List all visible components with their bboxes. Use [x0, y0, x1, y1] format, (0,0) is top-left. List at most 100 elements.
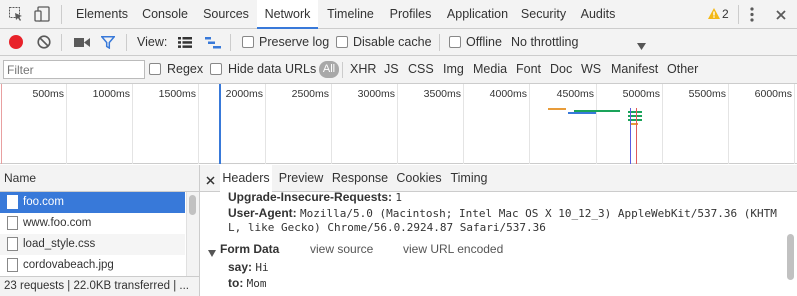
view-url-encoded-link[interactable]: view URL encoded [403, 242, 503, 256]
filter-bar: Regex Hide data URLs All XHR JS CSS Img … [0, 56, 797, 84]
tab-console[interactable]: Console [136, 0, 194, 28]
type-filter-doc[interactable]: Doc [550, 56, 572, 83]
type-filter-xhr[interactable]: XHR [350, 56, 376, 83]
header-value-continued: L, like Gecko) Chrome/56.0.2924.87 Safar… [228, 221, 546, 234]
regex-label[interactable]: Regex [167, 56, 203, 83]
type-filter-css[interactable]: CSS [408, 56, 434, 83]
request-list-scrollbar[interactable] [186, 192, 199, 276]
tab-headers[interactable]: Headers [220, 165, 272, 192]
tab-timing[interactable]: Timing [448, 165, 490, 191]
tab-elements[interactable]: Elements [70, 0, 134, 28]
request-name: load_style.css [23, 238, 96, 250]
tab-application[interactable]: Application [440, 0, 515, 28]
tab-profiles[interactable]: Profiles [383, 0, 438, 28]
type-filter-js[interactable]: JS [384, 56, 399, 83]
timeline-tick-label: 5500ms [688, 88, 726, 100]
waterfall-bar [548, 108, 566, 110]
request-name: cordovabeach.jpg [23, 259, 114, 271]
tab-cookies[interactable]: Cookies [394, 165, 444, 191]
request-list-header[interactable]: Name [0, 165, 199, 192]
document-icon [7, 216, 18, 230]
more-options-icon[interactable] [750, 7, 754, 22]
waterfall-bar [568, 112, 596, 114]
view-label: View: [137, 35, 168, 49]
selection-marker-line [219, 84, 221, 164]
image-icon [7, 258, 18, 272]
type-filter-img[interactable]: Img [443, 56, 464, 83]
large-rows-icon[interactable] [178, 37, 192, 48]
hide-data-urls-checkbox[interactable] [210, 63, 222, 75]
dom-content-loaded-line [1, 84, 2, 164]
close-icon[interactable] [776, 9, 786, 20]
warning-count[interactable]: 2 [722, 7, 729, 21]
form-data-section-title[interactable]: Form Data [220, 242, 279, 256]
tab-sources[interactable]: Sources [197, 0, 255, 28]
chevron-down-icon[interactable] [637, 39, 646, 50]
type-filter-manifest[interactable]: Manifest [611, 56, 658, 83]
type-filter-font[interactable]: Font [516, 56, 541, 83]
tab-response[interactable]: Response [330, 165, 390, 191]
waterfall-overview-icon[interactable] [205, 37, 221, 49]
header-name: Upgrade-Insecure-Requests: [228, 192, 393, 204]
form-field-value: Mom [246, 277, 267, 290]
detail-scrollbar[interactable] [784, 192, 797, 296]
disable-cache-label[interactable]: Disable cache [353, 29, 432, 55]
request-row[interactable]: cordovabeach.jpg [0, 255, 185, 276]
form-field-name: to: [228, 276, 244, 290]
timeline-tick-label: 3500ms [423, 88, 461, 100]
type-filter-ws[interactable]: WS [581, 56, 601, 83]
type-filter-all[interactable]: All [319, 61, 339, 78]
timeline-tick-label: 4500ms [556, 88, 594, 100]
request-row[interactable]: load_style.css [0, 234, 185, 255]
form-field-name: say: [228, 260, 253, 274]
tab-network[interactable]: Network [257, 0, 318, 29]
regex-checkbox[interactable] [149, 63, 161, 75]
hide-data-urls-label[interactable]: Hide data URLs [228, 56, 316, 83]
triangle-down-icon[interactable] [208, 246, 216, 257]
detail-tab-bar: Headers Preview Response Cookies Timing [200, 165, 797, 192]
inspect-element-icon[interactable] [9, 7, 23, 21]
record-icon[interactable] [9, 35, 23, 49]
name-column-header[interactable]: Name [4, 171, 36, 185]
devtools-tab-bar: Elements Console Sources Network Timelin… [0, 0, 797, 29]
request-name: foo.com [23, 196, 64, 208]
tab-preview[interactable]: Preview [276, 165, 326, 191]
network-toolbar: View: Preserve log Disable cache Offline… [0, 29, 797, 56]
preserve-log-checkbox[interactable] [242, 36, 254, 48]
header-value: 1 [395, 192, 403, 204]
type-filter-media[interactable]: Media [473, 56, 507, 83]
capture-screenshots-icon[interactable] [74, 37, 90, 48]
headers-content: Upgrade-Insecure-Requests: 1 User-Agent:… [200, 192, 797, 296]
disable-cache-checkbox[interactable] [336, 36, 348, 48]
warning-icon[interactable] [708, 8, 720, 19]
stylesheet-icon [7, 237, 18, 251]
scrollbar-thumb[interactable] [787, 234, 794, 280]
tab-security[interactable]: Security [517, 0, 570, 28]
close-detail-icon[interactable] [206, 174, 215, 185]
header-row: User-Agent: Mozilla/5.0 (Macintosh; Inte… [228, 206, 777, 220]
request-row-selected[interactable]: foo.com [0, 192, 185, 213]
throttling-select[interactable]: No throttling [511, 29, 578, 55]
filter-input[interactable] [3, 60, 145, 79]
form-field-row: say: Hi [228, 260, 269, 274]
tab-timeline[interactable]: Timeline [321, 0, 380, 28]
device-toolbar-icon[interactable] [34, 6, 50, 22]
timeline-overview[interactable]: 500ms 1000ms 1500ms 2000ms 2500ms 3000ms… [0, 84, 797, 164]
clear-icon[interactable] [37, 35, 51, 49]
filter-icon[interactable] [100, 36, 116, 50]
form-field-row: to: Mom [228, 276, 267, 290]
scrollbar-thumb[interactable] [189, 195, 196, 215]
offline-checkbox[interactable] [449, 36, 461, 48]
timeline-tick-label: 4000ms [489, 88, 527, 100]
form-field-value: Hi [255, 261, 269, 274]
request-row[interactable]: www.foo.com [0, 213, 185, 234]
view-source-link[interactable]: view source [310, 242, 373, 256]
type-filter-other[interactable]: Other [667, 56, 698, 83]
timeline-tick-label: 2500ms [291, 88, 329, 100]
preserve-log-label[interactable]: Preserve log [259, 29, 329, 55]
offline-label[interactable]: Offline [466, 29, 502, 55]
document-icon [7, 195, 18, 209]
tab-audits[interactable]: Audits [575, 0, 621, 28]
network-status-bar: 23 requests | 22.0KB transferred | ... [0, 276, 199, 296]
timeline-tick-label: 1000ms [92, 88, 130, 100]
